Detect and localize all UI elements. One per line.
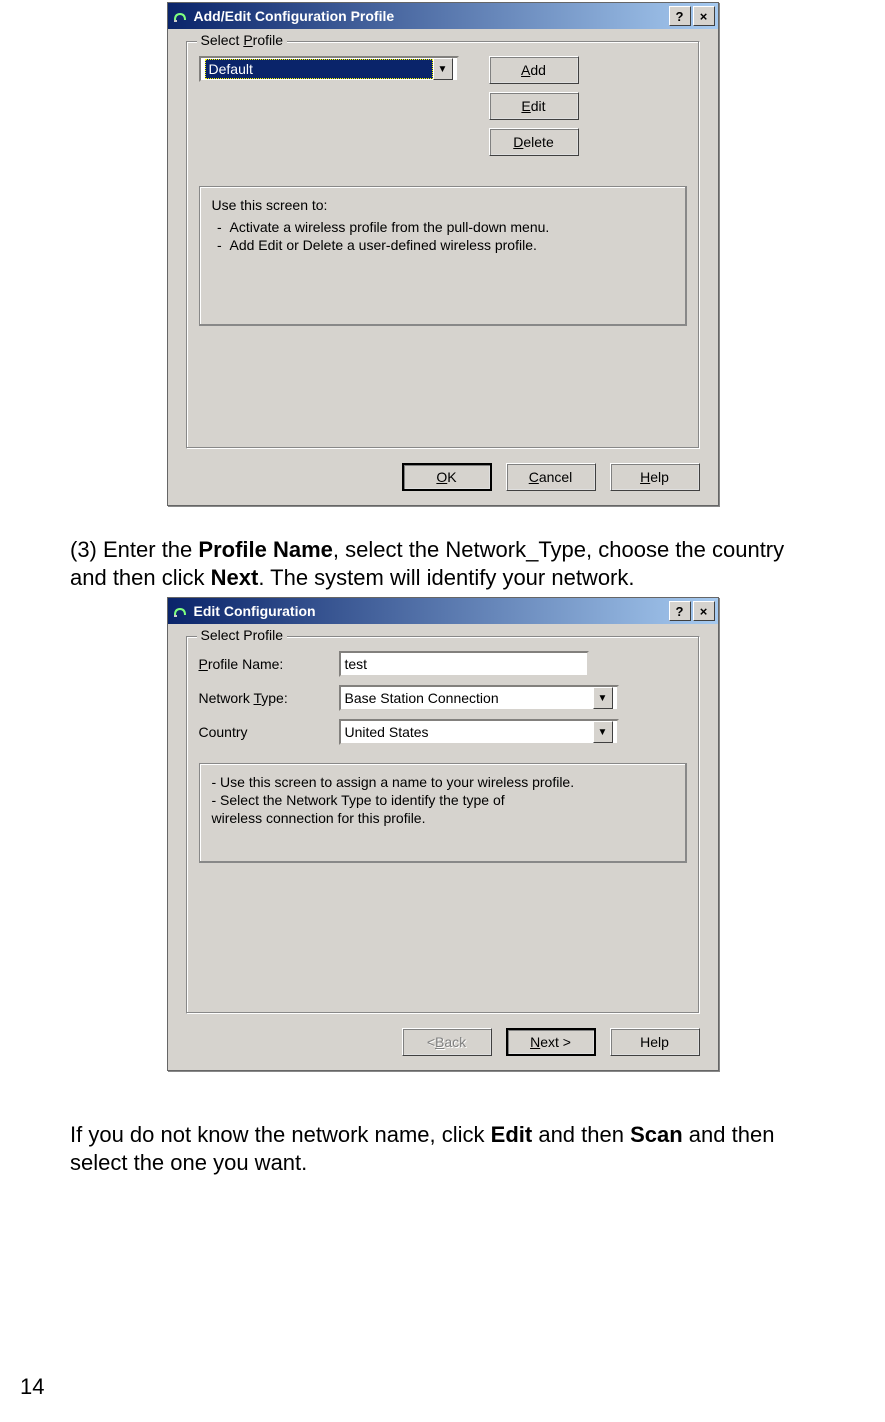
info-box: Use this screen to: Activate a wireless …: [199, 186, 687, 326]
help-button-footer[interactable]: Help: [610, 1028, 700, 1056]
profile-selected: Default: [205, 59, 433, 79]
dialog-add-edit-config: Add/Edit Configuration Profile ? × Selec…: [167, 2, 719, 506]
help-button[interactable]: ?: [669, 6, 691, 26]
titlebar: Add/Edit Configuration Profile ? ×: [168, 3, 718, 29]
help-button-footer[interactable]: Help: [610, 463, 700, 491]
titlebar: Edit Configuration ? ×: [168, 598, 718, 624]
chevron-down-icon[interactable]: ▼: [593, 721, 613, 743]
ok-button[interactable]: OK: [402, 463, 492, 491]
add-button[interactable]: Add: [489, 56, 579, 84]
info-box: - Use this screen to assign a name to yo…: [199, 763, 687, 863]
instruction-paragraph-1: (3) Enter the Profile Name, select the N…: [70, 536, 815, 591]
chevron-down-icon[interactable]: ▼: [593, 687, 613, 709]
app-icon: [172, 603, 188, 619]
back-button: < Back: [402, 1028, 492, 1056]
select-profile-group: Select Profile Profile Name: test Networ…: [186, 636, 700, 1014]
chevron-down-icon[interactable]: ▼: [433, 58, 453, 80]
network-type-combo[interactable]: Base Station Connection ▼: [339, 685, 619, 711]
page-number: 14: [20, 1374, 44, 1400]
next-button[interactable]: Next >: [506, 1028, 596, 1056]
select-profile-group: Select Profile Default ▼ Add Edit Delete…: [186, 41, 700, 449]
profile-combo[interactable]: Default ▼: [199, 56, 459, 82]
close-button[interactable]: ×: [693, 6, 715, 26]
instruction-paragraph-2: If you do not know the network name, cli…: [70, 1121, 815, 1176]
group-legend: Select Profile: [197, 627, 287, 643]
window-title: Edit Configuration: [194, 603, 669, 619]
cancel-button[interactable]: Cancel: [506, 463, 596, 491]
edit-button[interactable]: Edit: [489, 92, 579, 120]
label-network-type: Network Type:: [199, 690, 329, 706]
close-button[interactable]: ×: [693, 601, 715, 621]
dialog-edit-config: Edit Configuration ? × Select Profile Pr…: [167, 597, 719, 1071]
info-item: Activate a wireless profile from the pul…: [230, 219, 674, 235]
info-item: Add Edit or Delete a user-defined wirele…: [230, 237, 674, 253]
app-icon: [172, 8, 188, 24]
window-title: Add/Edit Configuration Profile: [194, 8, 669, 24]
group-legend: Select Profile: [197, 32, 288, 48]
info-title: Use this screen to:: [212, 197, 674, 213]
country-combo[interactable]: United States ▼: [339, 719, 619, 745]
delete-button[interactable]: Delete: [489, 128, 579, 156]
profile-name-input[interactable]: test: [339, 651, 589, 677]
label-profile-name: Profile Name:: [199, 656, 329, 672]
label-country: Country: [199, 724, 329, 740]
help-button[interactable]: ?: [669, 601, 691, 621]
